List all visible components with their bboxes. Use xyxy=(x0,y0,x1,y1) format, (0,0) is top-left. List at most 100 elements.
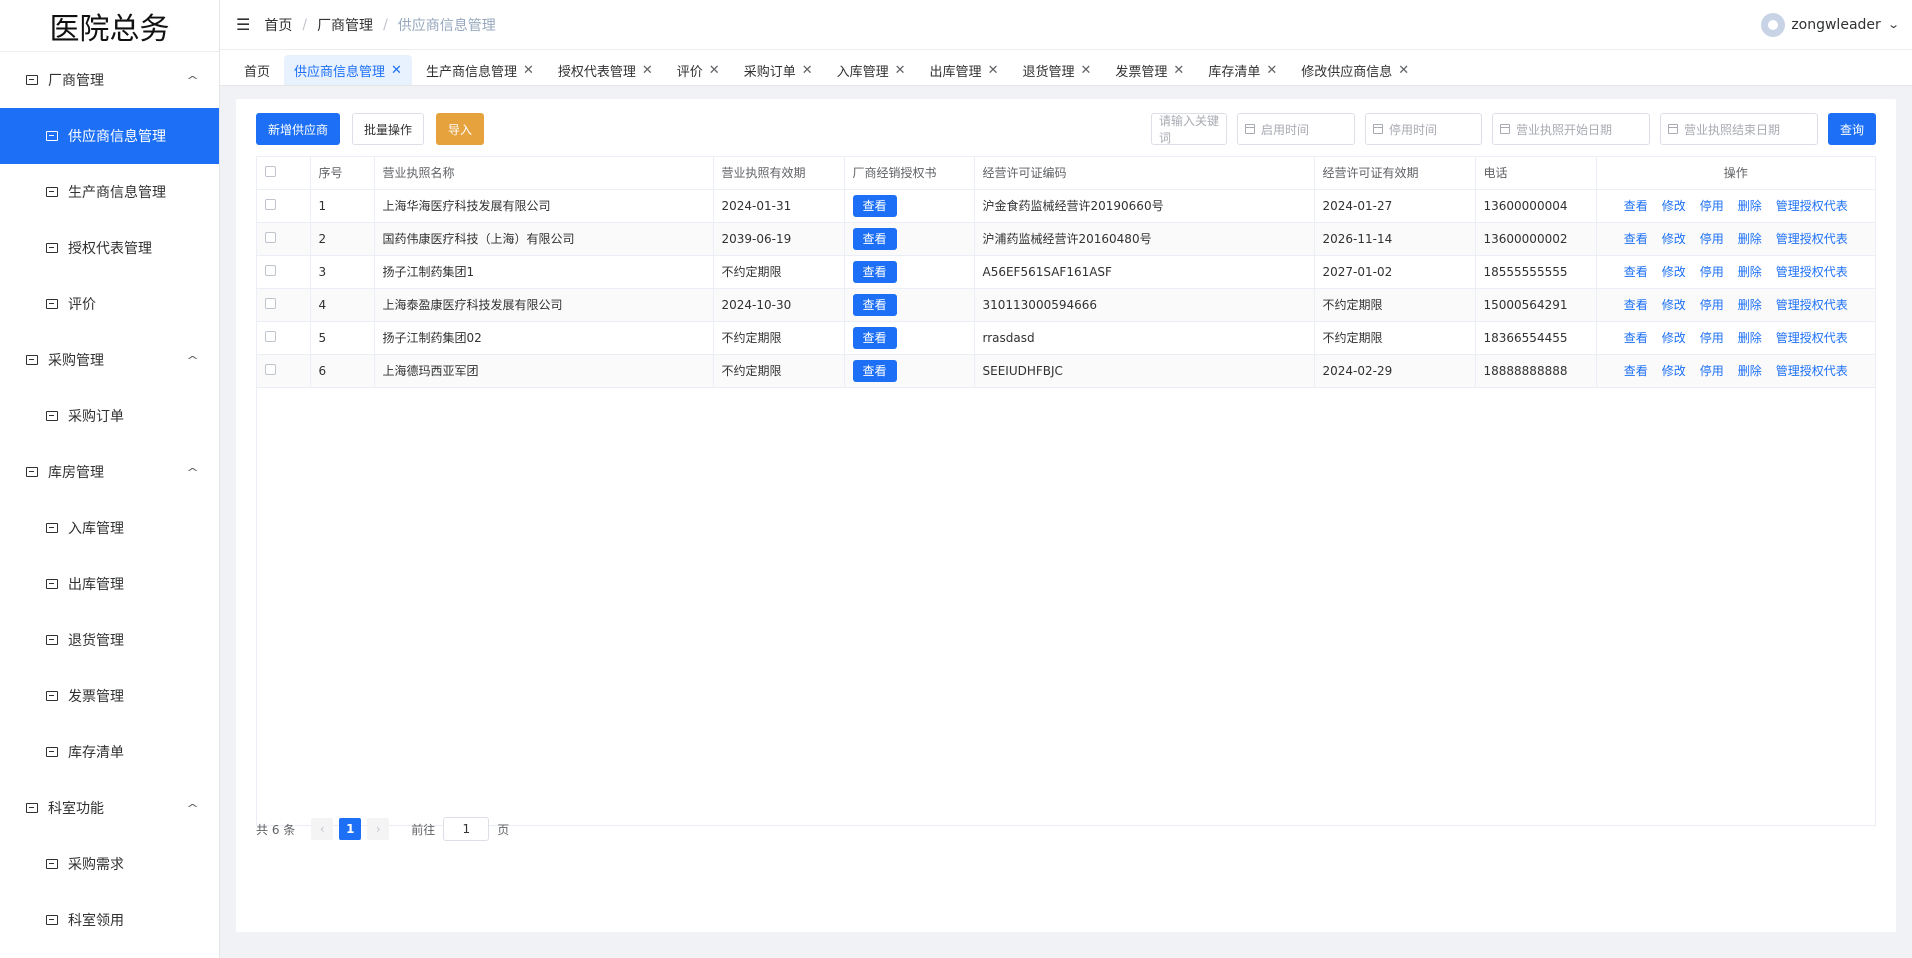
search-button[interactable]: 查询 xyxy=(1827,113,1876,145)
row-action-link[interactable]: 修改 xyxy=(1662,265,1686,279)
row-action-link[interactable]: 删除 xyxy=(1738,232,1762,246)
sidebar-item[interactable]: 授权代表管理 xyxy=(0,220,219,276)
menu-group-header[interactable]: 厂商管理 ^ xyxy=(0,52,219,108)
close-icon[interactable]: ✕ xyxy=(523,63,534,78)
view-authorization-button[interactable]: 查看 xyxy=(852,260,897,283)
close-icon[interactable]: ✕ xyxy=(709,63,720,78)
row-action-link[interactable]: 停用 xyxy=(1700,199,1724,213)
sidebar-item[interactable]: 出库管理 xyxy=(0,556,219,612)
row-action-link[interactable]: 管理授权代表 xyxy=(1776,265,1848,279)
next-page-button[interactable]: › xyxy=(367,818,390,840)
tab[interactable]: 供应商信息管理 ✕ xyxy=(284,55,412,85)
sidebar-item[interactable]: 退货管理 xyxy=(0,612,219,668)
close-icon[interactable]: ✕ xyxy=(1266,63,1277,78)
tab[interactable]: 授权代表管理 ✕ xyxy=(548,55,663,85)
tab[interactable]: 首页 xyxy=(234,55,280,85)
sidebar-item[interactable]: 采购需求 xyxy=(0,836,219,892)
row-action-link[interactable]: 查看 xyxy=(1624,232,1648,246)
row-checkbox[interactable] xyxy=(265,198,276,210)
row-action-link[interactable]: 停用 xyxy=(1700,298,1724,312)
row-action-link[interactable]: 修改 xyxy=(1662,298,1686,312)
row-action-link[interactable]: 修改 xyxy=(1662,199,1686,213)
tab[interactable]: 生产商信息管理 ✕ xyxy=(416,55,544,85)
row-action-link[interactable]: 删除 xyxy=(1738,265,1762,279)
add-supplier-button[interactable]: 新增供应商 xyxy=(256,113,341,145)
row-checkbox[interactable] xyxy=(265,231,276,243)
row-action-link[interactable]: 删除 xyxy=(1738,199,1762,213)
sidebar-item[interactable]: 生产商信息管理 xyxy=(0,164,219,220)
menu-group-header[interactable]: 科室功能 ^ xyxy=(0,780,219,836)
breadcrumb-vendor-management[interactable]: 厂商管理 xyxy=(317,15,373,35)
prev-page-button[interactable]: ‹ xyxy=(311,818,334,840)
row-action-link[interactable]: 停用 xyxy=(1700,232,1724,246)
tab[interactable]: 入库管理 ✕ xyxy=(827,55,916,85)
row-action-link[interactable]: 查看 xyxy=(1624,265,1648,279)
sidebar-item[interactable]: 采购订单 xyxy=(0,388,219,444)
view-authorization-button[interactable]: 查看 xyxy=(852,194,897,217)
row-action-link[interactable]: 查看 xyxy=(1624,199,1648,213)
row-checkbox[interactable] xyxy=(265,363,276,375)
view-authorization-button[interactable]: 查看 xyxy=(852,227,897,250)
row-action-link[interactable]: 删除 xyxy=(1738,331,1762,345)
page-number-current[interactable]: 1 xyxy=(339,818,362,840)
tab[interactable]: 评价 ✕ xyxy=(667,55,730,85)
keyword-input[interactable]: 请输入关键词 xyxy=(1150,113,1227,145)
row-action-link[interactable]: 管理授权代表 xyxy=(1776,331,1848,345)
sidebar-item[interactable]: 发票管理 xyxy=(0,668,219,724)
batch-operation-button[interactable]: 批量操作 xyxy=(352,113,425,145)
row-action-link[interactable]: 管理授权代表 xyxy=(1776,298,1848,312)
row-action-link[interactable]: 删除 xyxy=(1738,298,1762,312)
tab[interactable]: 采购订单 ✕ xyxy=(734,55,823,85)
license-start-date-picker[interactable]: 营业执照开始日期 xyxy=(1491,113,1650,145)
close-icon[interactable]: ✕ xyxy=(895,63,906,78)
view-authorization-button[interactable]: 查看 xyxy=(852,359,897,382)
row-action-link[interactable]: 修改 xyxy=(1662,331,1686,345)
sidebar-item[interactable]: 评价 xyxy=(0,276,219,332)
user-menu[interactable]: zongwleader ⌄ xyxy=(1761,12,1900,37)
cell-no: 1 xyxy=(310,189,375,223)
sidebar-item[interactable]: 入库管理 xyxy=(0,500,219,556)
tab[interactable]: 库存清单 ✕ xyxy=(1198,55,1287,85)
stop-time-picker[interactable]: 停用时间 xyxy=(1364,113,1482,145)
close-icon[interactable]: ✕ xyxy=(1173,63,1184,78)
row-checkbox[interactable] xyxy=(265,330,276,342)
row-action-link[interactable]: 停用 xyxy=(1700,331,1724,345)
start-time-picker[interactable]: 启用时间 xyxy=(1236,113,1355,145)
menu-group-header[interactable]: 采购管理 ^ xyxy=(0,332,219,388)
sidebar-item[interactable]: 供应商信息管理 xyxy=(0,108,219,164)
hamburger-icon[interactable]: ☰ xyxy=(236,15,250,34)
tab[interactable]: 出库管理 ✕ xyxy=(920,55,1009,85)
view-authorization-button[interactable]: 查看 xyxy=(852,293,897,316)
row-checkbox[interactable] xyxy=(265,264,276,276)
row-action-link[interactable]: 管理授权代表 xyxy=(1776,364,1848,378)
sidebar-item[interactable]: 库存清单 xyxy=(0,724,219,780)
goto-page-input[interactable] xyxy=(443,817,490,841)
close-icon[interactable]: ✕ xyxy=(1398,63,1409,78)
row-action-link[interactable]: 修改 xyxy=(1662,364,1686,378)
tab[interactable]: 修改供应商信息 ✕ xyxy=(1291,55,1419,85)
row-action-link[interactable]: 查看 xyxy=(1624,364,1648,378)
row-action-link[interactable]: 查看 xyxy=(1624,298,1648,312)
row-action-link[interactable]: 停用 xyxy=(1700,265,1724,279)
close-icon[interactable]: ✕ xyxy=(802,63,813,78)
close-icon[interactable]: ✕ xyxy=(642,63,653,78)
row-action-link[interactable]: 删除 xyxy=(1738,364,1762,378)
close-icon[interactable]: ✕ xyxy=(988,63,999,78)
row-action-link[interactable]: 查看 xyxy=(1624,331,1648,345)
row-action-link[interactable]: 修改 xyxy=(1662,232,1686,246)
row-action-link[interactable]: 管理授权代表 xyxy=(1776,199,1848,213)
license-end-date-picker[interactable]: 营业执照结束日期 xyxy=(1659,113,1818,145)
row-action-link[interactable]: 停用 xyxy=(1700,364,1724,378)
close-icon[interactable]: ✕ xyxy=(1080,63,1091,78)
tab[interactable]: 退货管理 ✕ xyxy=(1012,55,1101,85)
import-button[interactable]: 导入 xyxy=(436,113,485,145)
select-all-checkbox[interactable] xyxy=(265,165,276,177)
close-icon[interactable]: ✕ xyxy=(391,63,402,78)
breadcrumb-home[interactable]: 首页 xyxy=(264,15,292,35)
row-action-link[interactable]: 管理授权代表 xyxy=(1776,232,1848,246)
sidebar-item[interactable]: 科室领用 xyxy=(0,892,219,948)
row-checkbox[interactable] xyxy=(265,297,276,309)
menu-group-header[interactable]: 库房管理 ^ xyxy=(0,444,219,500)
tab[interactable]: 发票管理 ✕ xyxy=(1105,55,1194,85)
view-authorization-button[interactable]: 查看 xyxy=(852,326,897,349)
